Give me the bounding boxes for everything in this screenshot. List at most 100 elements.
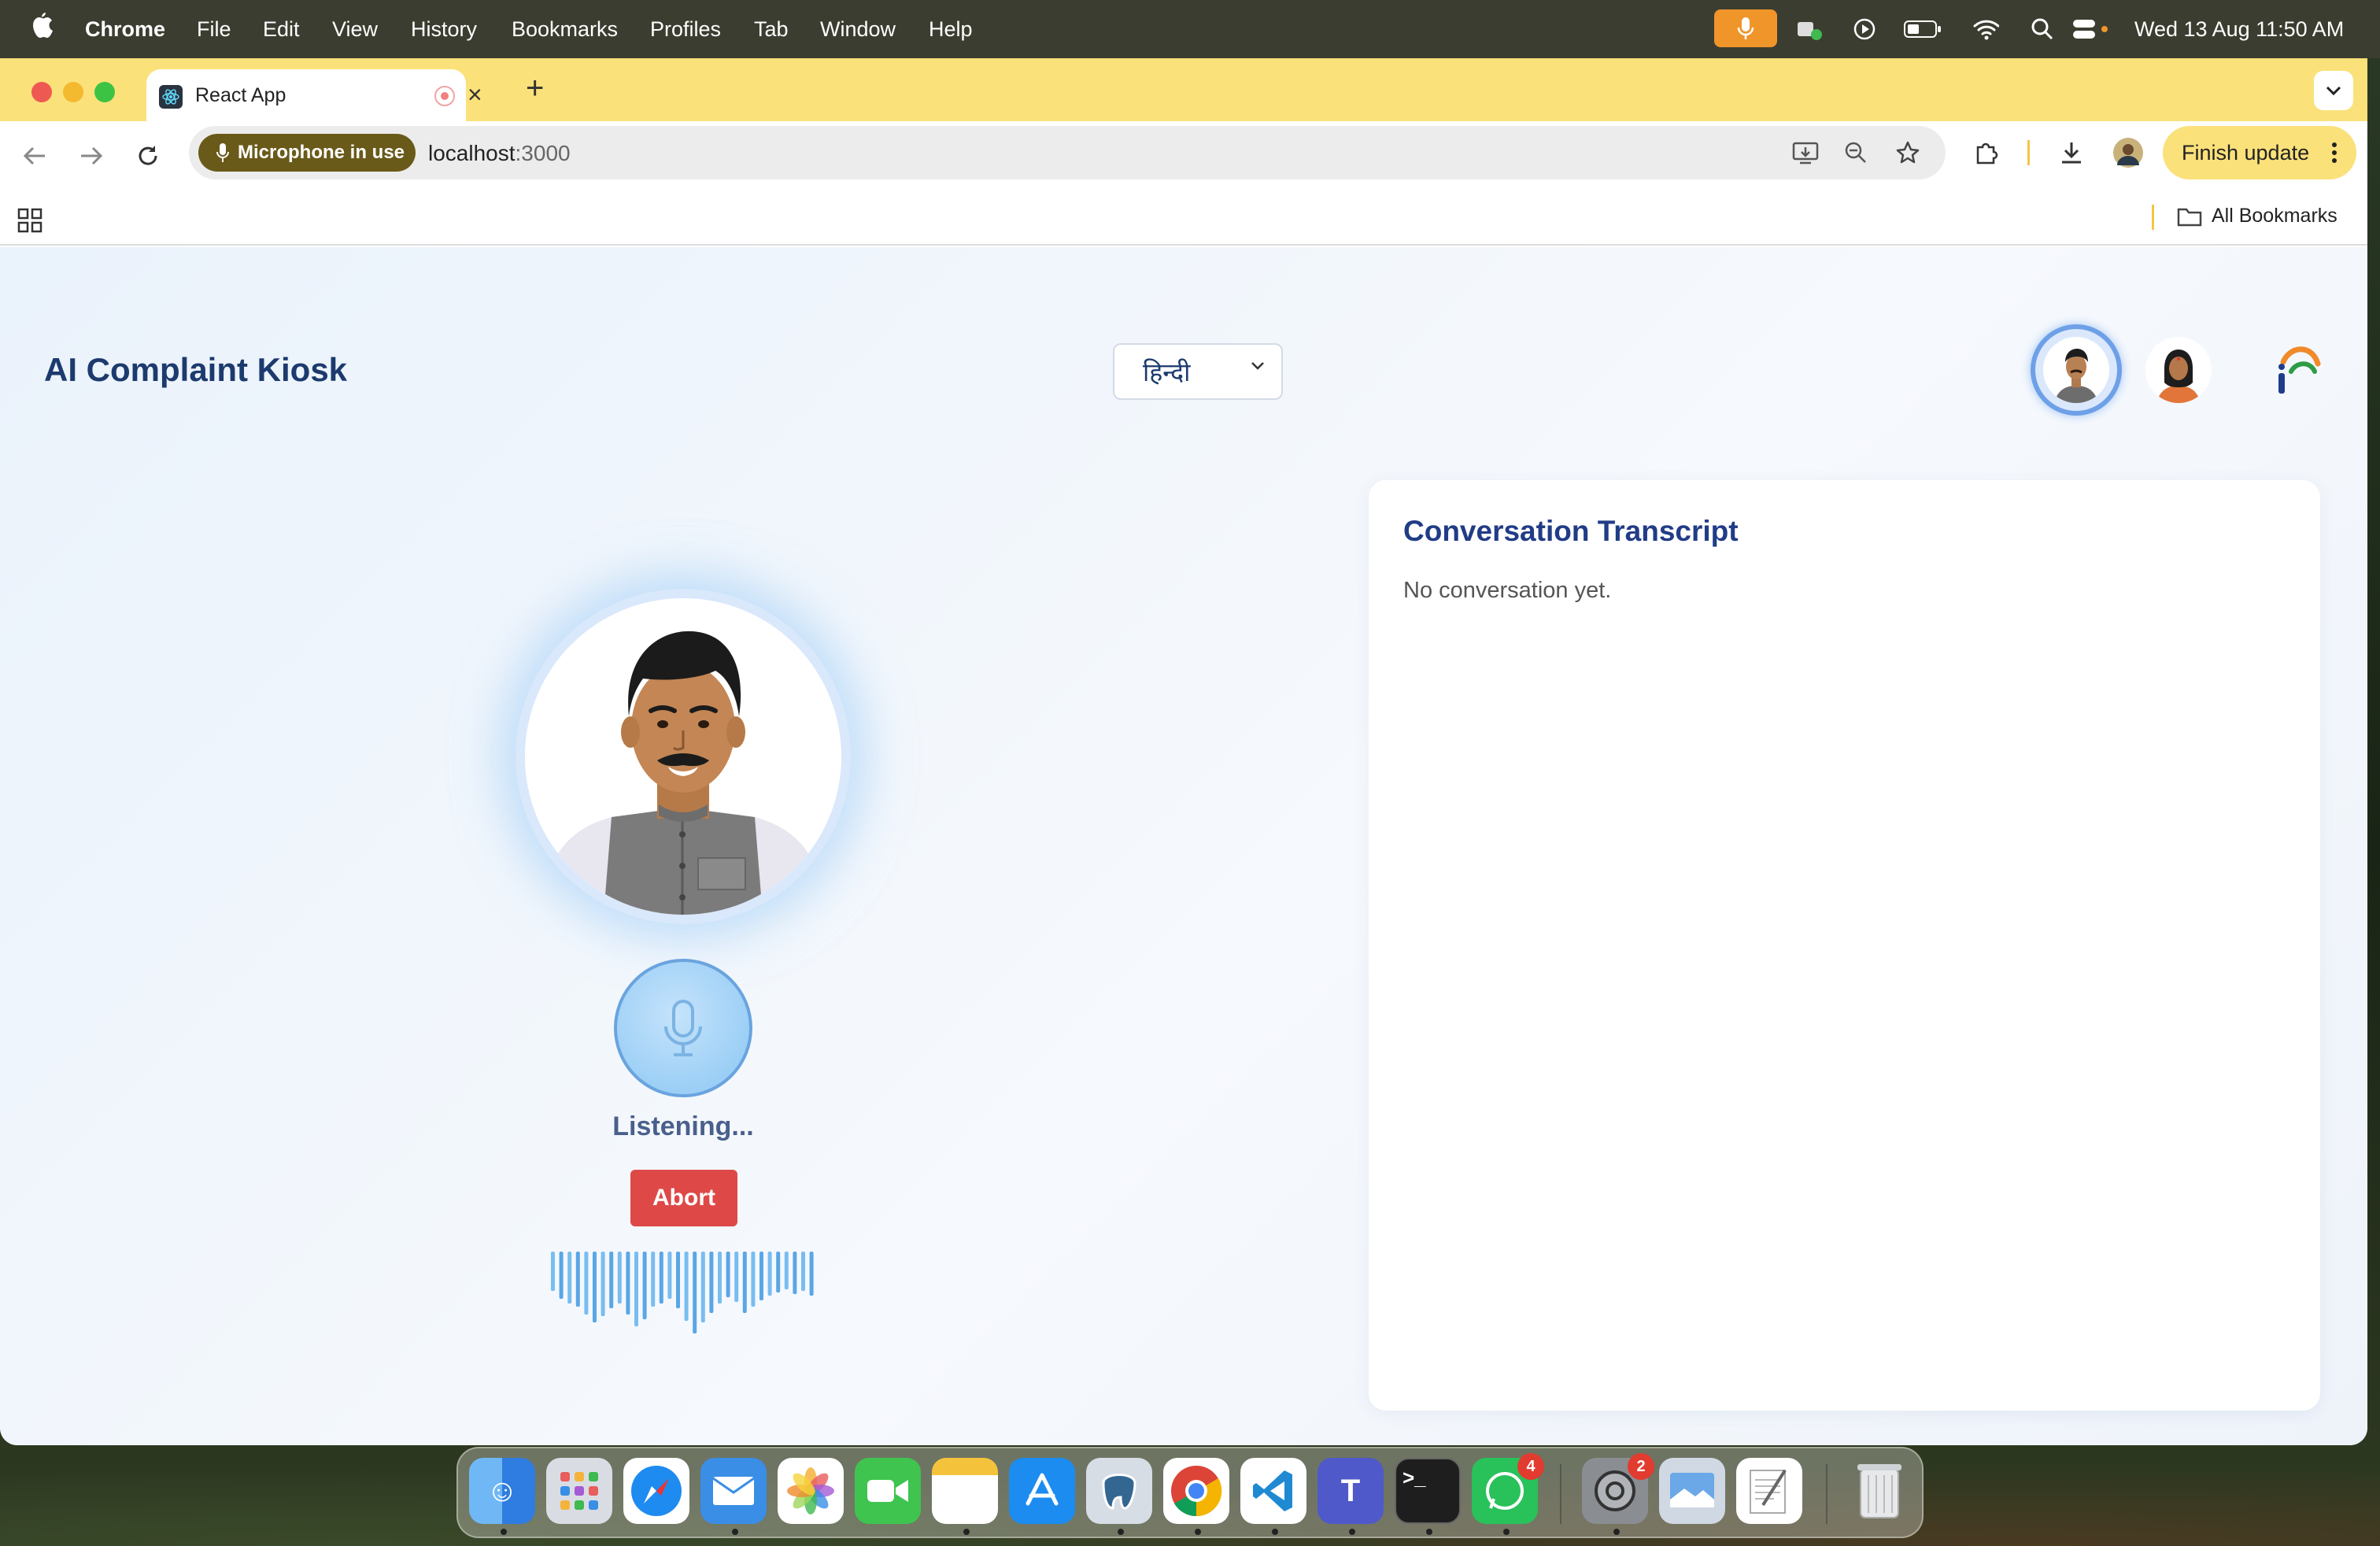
menu-bookmarks[interactable]: Bookmarks xyxy=(512,17,618,42)
trash-icon[interactable] xyxy=(1846,1458,1913,1524)
bookmark-star-icon[interactable] xyxy=(1892,137,1924,168)
finder-icon[interactable]: ☺ xyxy=(469,1458,535,1524)
menu-app-name[interactable]: Chrome xyxy=(85,17,165,42)
waveform-bar xyxy=(551,1252,555,1291)
waveform-bar xyxy=(559,1252,564,1299)
reload-icon[interactable] xyxy=(129,137,167,175)
control-center-icon[interactable] xyxy=(2071,16,2109,43)
settings-badge: 2 xyxy=(1628,1453,1654,1480)
waveform-bar xyxy=(693,1252,697,1333)
close-tab-icon[interactable]: × xyxy=(468,80,482,109)
transcript-empty-message: No conversation yet. xyxy=(1403,578,1612,603)
close-window-button[interactable] xyxy=(31,82,52,102)
waveform-bar xyxy=(676,1252,680,1308)
forward-arrow-icon[interactable] xyxy=(72,137,110,175)
waveform-bar xyxy=(734,1252,739,1302)
waveform-bar xyxy=(659,1252,663,1304)
zoom-window-button[interactable] xyxy=(94,82,115,102)
chevron-down-icon xyxy=(1251,362,1264,370)
spotlight-search-icon[interactable] xyxy=(2029,16,2056,43)
new-tab-icon[interactable]: + xyxy=(526,71,544,106)
menubar-clock[interactable]: Wed 13 Aug 11:50 AM xyxy=(2134,17,2344,42)
system-settings-icon[interactable]: 2 xyxy=(1582,1453,1654,1524)
photos-icon[interactable] xyxy=(778,1458,844,1524)
menu-profiles[interactable]: Profiles xyxy=(650,17,721,42)
facetime-icon[interactable] xyxy=(855,1458,921,1524)
finish-update-button[interactable]: Finish update xyxy=(2163,126,2356,179)
url-host: localhost xyxy=(428,141,516,165)
app-store-icon[interactable] xyxy=(1009,1458,1075,1524)
downloads-icon[interactable] xyxy=(2053,134,2090,172)
preview-icon[interactable] xyxy=(1659,1458,1725,1524)
avatar-option-female[interactable] xyxy=(2133,324,2224,416)
waveform-bar xyxy=(684,1252,689,1321)
play-icon[interactable] xyxy=(1851,16,1878,43)
menu-edit[interactable]: Edit xyxy=(263,17,300,42)
menu-help[interactable]: Help xyxy=(929,17,973,42)
waveform-bar xyxy=(667,1252,672,1299)
menu-window[interactable]: Window xyxy=(820,17,896,42)
launchpad-icon[interactable] xyxy=(546,1458,612,1524)
microphone-in-use-chip[interactable]: Microphone in use xyxy=(198,134,416,172)
language-selected-value: हिन्दी xyxy=(1143,357,1191,386)
menu-file[interactable]: File xyxy=(197,17,231,42)
waveform-bar xyxy=(584,1252,589,1315)
safari-icon[interactable] xyxy=(623,1458,689,1524)
waveform-bar xyxy=(809,1252,814,1296)
female-avatar-icon xyxy=(2145,337,2212,403)
abort-button[interactable]: Abort xyxy=(630,1170,737,1226)
menu-history[interactable]: History xyxy=(411,17,477,42)
waveform-bar xyxy=(759,1252,763,1300)
more-options-icon xyxy=(2332,142,2337,163)
teams-status-icon[interactable] xyxy=(1796,16,1823,43)
microphone-button[interactable] xyxy=(614,959,752,1097)
waveform-bar xyxy=(742,1252,747,1313)
mic-in-use-indicator[interactable] xyxy=(1714,9,1777,47)
avatar-option-male[interactable] xyxy=(2031,324,2122,416)
minimize-window-button[interactable] xyxy=(63,82,83,102)
language-select[interactable]: हिन्दी xyxy=(1113,343,1283,400)
vscode-icon[interactable] xyxy=(1240,1458,1306,1524)
url-text[interactable]: localhost:3000 xyxy=(428,141,571,166)
whatsapp-icon[interactable]: 4 xyxy=(1472,1453,1544,1524)
tab-strip: React App × + xyxy=(0,58,2367,121)
waveform-bar xyxy=(801,1252,805,1291)
zoom-out-icon[interactable] xyxy=(1840,137,1872,168)
postgresql-icon[interactable] xyxy=(1086,1458,1152,1524)
menu-tab[interactable]: Tab xyxy=(754,17,789,42)
bookmarks-bar xyxy=(0,190,2367,246)
menu-view[interactable]: View xyxy=(332,17,378,42)
chrome-icon[interactable] xyxy=(1163,1458,1229,1524)
waveform-bar xyxy=(617,1252,622,1304)
conversation-transcript-panel: Conversation Transcript No conversation … xyxy=(1369,480,2320,1411)
waveform-bar xyxy=(726,1252,730,1297)
tab-react-app[interactable]: React App × xyxy=(146,69,482,121)
tab-search-chevron-icon[interactable] xyxy=(2314,71,2353,110)
react-favicon-icon xyxy=(159,85,183,109)
folder-icon xyxy=(2177,208,2202,226)
apple-icon[interactable] xyxy=(30,13,55,48)
teams-icon[interactable]: T xyxy=(1318,1458,1384,1524)
apps-grid-icon[interactable] xyxy=(17,208,42,233)
back-arrow-icon[interactable] xyxy=(16,137,54,175)
terminal-icon[interactable]: >_ xyxy=(1395,1458,1461,1524)
male-avatar-icon xyxy=(2043,337,2109,403)
profile-avatar[interactable] xyxy=(2109,134,2147,172)
assistant-avatar xyxy=(516,589,851,924)
waveform-bar xyxy=(626,1252,630,1315)
india-logo-icon xyxy=(2278,346,2321,394)
waveform-bar xyxy=(700,1252,705,1322)
tab-title: React App xyxy=(195,84,286,106)
extensions-icon[interactable] xyxy=(1968,134,2005,172)
listening-status: Listening... xyxy=(612,1111,754,1141)
waveform-bar xyxy=(642,1252,647,1319)
dock: ☺ T >_ 4 2 xyxy=(456,1447,1924,1538)
waveform-bar xyxy=(776,1252,781,1293)
install-app-icon[interactable] xyxy=(1790,137,1821,168)
all-bookmarks-button[interactable]: All Bookmarks xyxy=(2177,205,2338,227)
notes-icon[interactable] xyxy=(932,1458,998,1524)
battery-icon[interactable] xyxy=(1903,16,1942,43)
wifi-icon[interactable] xyxy=(1972,16,1999,43)
mail-icon[interactable] xyxy=(700,1458,767,1524)
textedit-icon[interactable] xyxy=(1736,1458,1802,1524)
